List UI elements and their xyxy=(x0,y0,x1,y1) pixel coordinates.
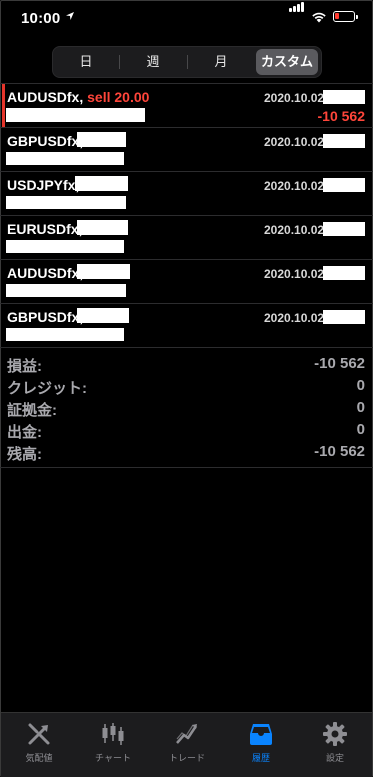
deal-text: sell 20.00 xyxy=(87,89,150,105)
row-date: 2020.10.02 xyxy=(264,311,325,325)
tab-label: トレード xyxy=(168,753,205,763)
summary-deposit-row: 証拠金: 0 xyxy=(0,398,373,420)
summary-value: -10 562 xyxy=(314,443,365,460)
redacted-block xyxy=(323,310,365,324)
history-row[interactable]: USDJPYfx, 2020.10.02 xyxy=(0,172,373,216)
row-symbol: USDJPYfx, xyxy=(7,177,80,193)
redacted-block xyxy=(6,328,124,341)
row-symbol: GBPUSDfx, xyxy=(7,309,84,325)
status-time: 10:00 xyxy=(21,10,61,27)
summary-balance-row: 残高: -10 562 xyxy=(0,442,373,464)
trade-icon xyxy=(176,724,198,744)
redacted-block xyxy=(77,264,130,279)
history-row[interactable]: GBPUSDfx, 2020.10.02 xyxy=(0,304,373,348)
tab-settings[interactable]: 設定 xyxy=(298,719,372,769)
summary-withdrawal-row: 出金: 0 xyxy=(0,420,373,442)
redacted-block xyxy=(323,222,365,236)
selected-marker xyxy=(2,84,5,127)
summary-value: 0 xyxy=(356,377,365,394)
row-profit: -10 562 xyxy=(317,108,365,124)
row-date: 2020.10.02 xyxy=(264,179,325,193)
summary-profit-row: 損益: -10 562 xyxy=(0,354,373,376)
redacted-block xyxy=(77,220,128,235)
redacted-block xyxy=(323,266,365,280)
history-row[interactable]: GBPUSDfx, 2020.10.02 xyxy=(0,128,373,172)
status-bar: 10:00 xyxy=(0,0,373,40)
segment-custom[interactable]: カスタム xyxy=(256,49,318,75)
summary-divider xyxy=(0,467,373,468)
location-arrow-icon xyxy=(66,12,74,20)
summary-value: 0 xyxy=(356,399,365,416)
redacted-block xyxy=(75,176,128,191)
history-icon xyxy=(250,724,272,745)
battery-low-icon xyxy=(333,11,358,22)
history-list: AUDUSDfx, sell 20.00 2020.10.02 -10 562 … xyxy=(0,83,373,348)
row-date: 2020.10.02 xyxy=(264,223,325,237)
summary-label: クレジット: xyxy=(7,380,87,397)
redacted-block xyxy=(6,108,145,122)
row-date: 2020.10.02 xyxy=(264,135,325,149)
summary-credit-row: クレジット: 0 xyxy=(0,376,373,398)
history-row[interactable]: AUDUSDfx, 2020.10.02 xyxy=(0,260,373,304)
row-date: 2020.10.02 xyxy=(264,267,325,281)
redacted-block xyxy=(6,196,126,209)
period-segmented-control: 日 週 月 カスタム xyxy=(52,46,322,78)
tab-label: 設定 xyxy=(325,753,344,763)
redacted-block xyxy=(323,134,365,148)
segment-divider xyxy=(119,55,120,69)
tab-trade[interactable]: トレード xyxy=(150,719,224,769)
settings-icon xyxy=(323,722,347,746)
tab-label: 気配値 xyxy=(25,753,53,763)
redacted-block xyxy=(77,308,129,323)
summary-value: -10 562 xyxy=(314,355,365,372)
redacted-block xyxy=(323,90,365,104)
segment-week[interactable]: 週 xyxy=(121,49,185,75)
tab-label: 履歴 xyxy=(251,753,270,763)
redacted-block xyxy=(323,178,365,192)
row-symbol: AUDUSDfx, xyxy=(7,265,84,281)
summary-label: 出金: xyxy=(7,424,42,441)
redacted-block xyxy=(6,240,124,253)
summary-label: 残高: xyxy=(7,446,42,463)
redacted-block xyxy=(77,132,126,147)
row-date: 2020.10.02 xyxy=(264,91,325,105)
history-row[interactable]: EURUSDfx, 2020.10.02 xyxy=(0,216,373,260)
row-symbol: AUDUSDfx, sell 20.00 xyxy=(7,89,149,105)
summary-label: 証拠金: xyxy=(7,402,57,419)
redacted-block xyxy=(6,284,126,297)
tab-history[interactable]: 履歴 xyxy=(224,719,298,769)
summary-value: 0 xyxy=(356,421,365,438)
tab-chart[interactable]: チャート xyxy=(76,719,150,769)
tab-label: チャート xyxy=(95,753,131,763)
symbol-text: AUDUSDfx, xyxy=(7,89,84,105)
segment-divider xyxy=(187,55,188,69)
tab-quotes[interactable]: 気配値 xyxy=(2,719,76,769)
bottom-tab-bar: 気配値 チャート トレード 履歴 設定 xyxy=(1,712,372,777)
account-summary: 損益: -10 562 クレジット: 0 証拠金: 0 出金: 0 残高: -1… xyxy=(0,354,373,464)
row-symbol: GBPUSDfx, xyxy=(7,133,84,149)
summary-label: 損益: xyxy=(7,358,42,375)
redacted-block xyxy=(6,152,124,165)
segment-month[interactable]: 月 xyxy=(189,49,253,75)
row-symbol: EURUSDfx, xyxy=(7,221,83,237)
chart-icon xyxy=(102,723,124,745)
quotes-icon xyxy=(28,723,50,745)
history-row[interactable]: AUDUSDfx, sell 20.00 2020.10.02 -10 562 xyxy=(0,83,373,128)
wifi-icon xyxy=(312,12,326,23)
segment-day[interactable]: 日 xyxy=(55,49,117,75)
